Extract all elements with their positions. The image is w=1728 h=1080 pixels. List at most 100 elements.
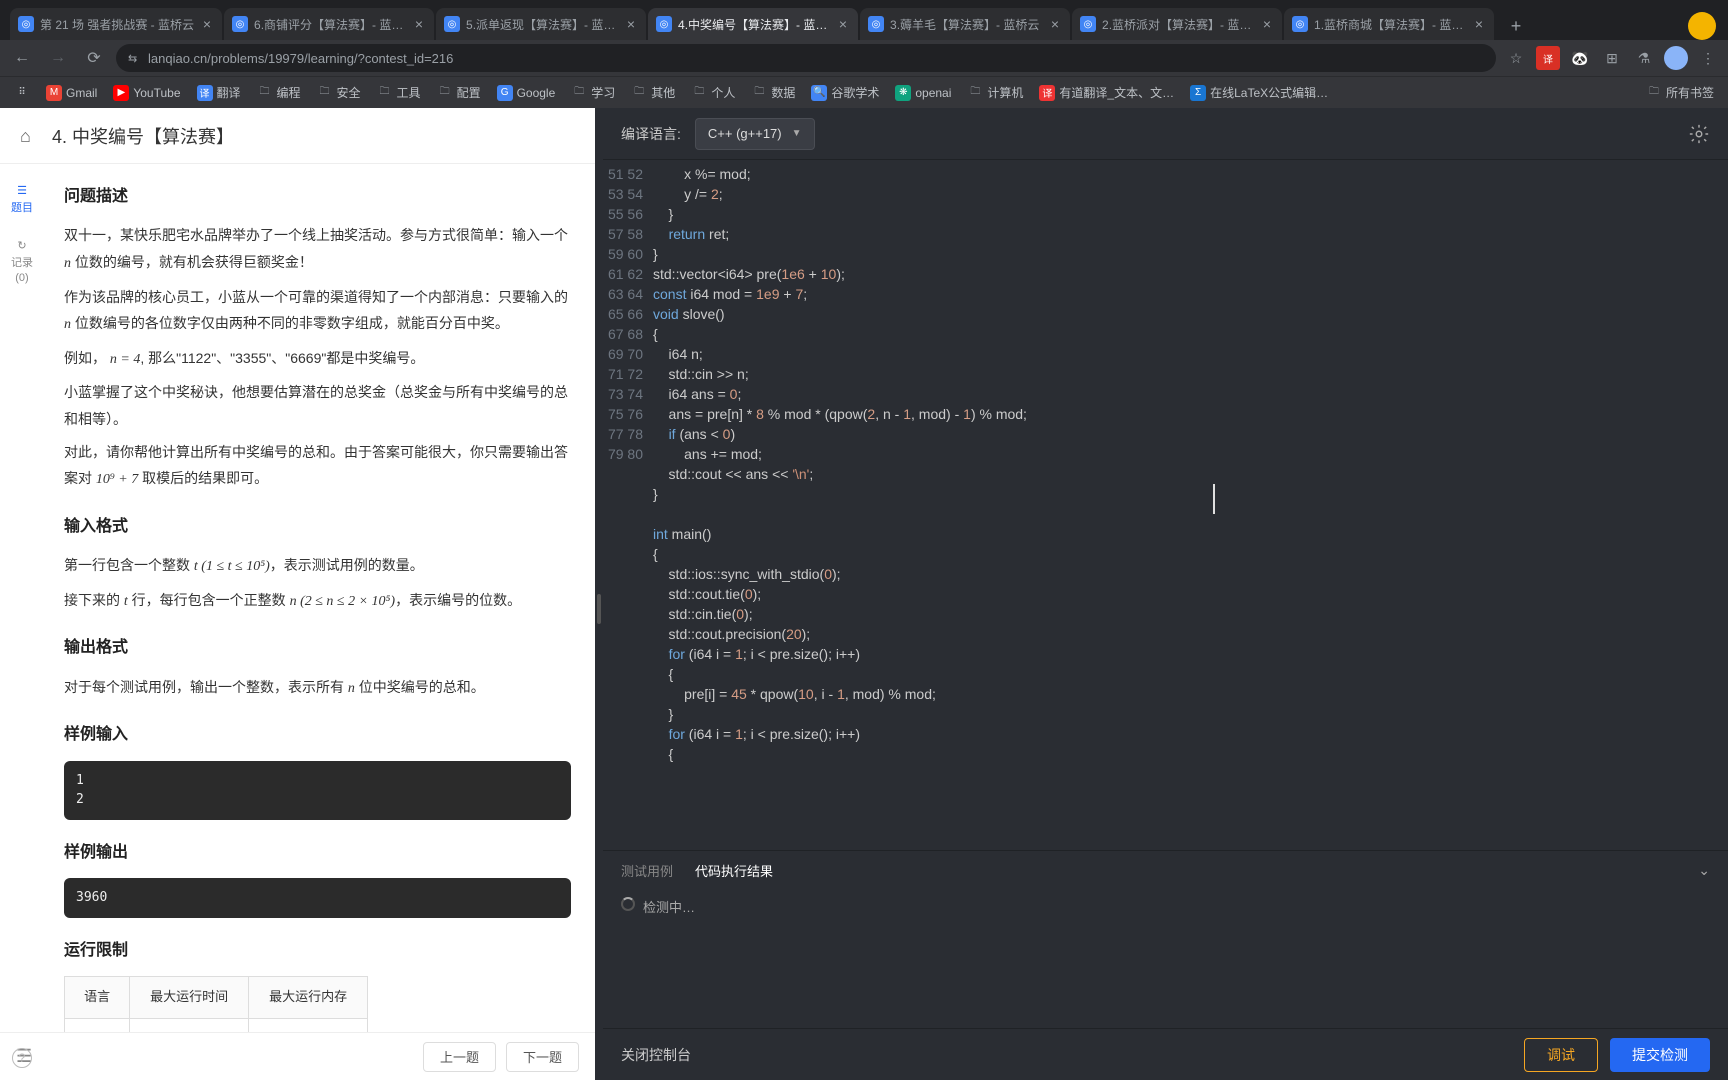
sidebar-item-record[interactable]: ↻ 记录 (0) — [11, 239, 33, 284]
bookmark-item[interactable]: ❋openai — [889, 83, 957, 103]
new-tab-button[interactable]: + — [1502, 12, 1530, 40]
extension-icon-2[interactable]: 🐼 — [1568, 46, 1592, 70]
bookmark-item[interactable]: ▶YouTube — [107, 83, 186, 103]
heading-limits: 运行限制 — [64, 936, 571, 966]
bookmark-item[interactable]: GGoogle — [491, 83, 562, 103]
browser-tab[interactable]: ◎3.薅羊毛【算法赛】- 蓝桥云× — [860, 8, 1070, 40]
folder-icon: 🗀 — [967, 85, 983, 101]
table-cell: 1s — [130, 1018, 249, 1032]
account-avatar[interactable] — [1664, 46, 1688, 70]
tab-close-icon[interactable]: × — [1048, 17, 1062, 31]
tab-favicon: ◎ — [868, 16, 884, 32]
tab-favicon: ◎ — [656, 16, 672, 32]
forward-button[interactable]: → — [44, 44, 72, 72]
prev-problem-button[interactable]: 上一题 — [423, 1042, 496, 1072]
bookmark-label: 配置 — [457, 84, 481, 101]
bookmark-item[interactable]: 🗀数据 — [745, 82, 801, 103]
submit-button[interactable]: 提交检测 — [1610, 1038, 1710, 1072]
bookmark-item[interactable]: 🗀个人 — [685, 82, 741, 103]
table-header: 最大运行时间 — [130, 976, 249, 1018]
bookmark-label: 学习 — [591, 84, 615, 101]
bookmark-item[interactable]: 🗀安全 — [311, 82, 367, 103]
tab-close-icon[interactable]: × — [836, 17, 850, 31]
lx-icon: Σ — [1190, 85, 1206, 101]
debug-button[interactable]: 调试 — [1524, 1038, 1598, 1072]
close-console-button[interactable]: 关闭控制台 — [621, 1045, 691, 1065]
bookmark-item[interactable]: 🗀其他 — [625, 82, 681, 103]
language-select[interactable]: C++ (g++17) ▼ — [695, 118, 815, 150]
tab-close-icon[interactable]: × — [1260, 17, 1274, 31]
code-header: 编译语言: C++ (g++17) ▼ — [603, 108, 1728, 160]
table-row: C++1s256M — [65, 1018, 368, 1032]
flask-icon[interactable]: ⚗ — [1632, 46, 1656, 70]
spinner-icon — [621, 897, 635, 911]
desc-p1: 双十一，某快乐肥宅水品牌举办了一个线上抽奖活动。参与方式很简单：输入一个 n 位… — [64, 222, 571, 277]
bookmark-item[interactable]: 译翻译 — [191, 82, 247, 103]
browser-tab[interactable]: ◎6.商铺评分【算法赛】- 蓝…× — [224, 8, 434, 40]
tab-result[interactable]: 代码执行结果 — [695, 861, 773, 880]
next-problem-button[interactable]: 下一题 — [506, 1042, 579, 1072]
console-footer: 关闭控制台 调试 提交检测 — [603, 1028, 1728, 1080]
folder-icon: 🗀 — [631, 85, 647, 101]
table-cell: 256M — [249, 1018, 368, 1032]
code-editor[interactable]: 51 52 53 54 55 56 57 58 59 60 61 62 63 6… — [603, 160, 1728, 850]
bookmark-item[interactable]: 译有道翻译_文本、文… — [1033, 82, 1180, 103]
tab-title: 1.蓝桥商城【算法赛】- 蓝… — [1314, 16, 1466, 33]
bookmark-item[interactable]: 🗀计算机 — [961, 82, 1029, 103]
bookmark-item[interactable]: 🗀配置 — [431, 82, 487, 103]
chevron-down-icon: ▼ — [792, 128, 802, 139]
tab-close-icon[interactable]: × — [412, 17, 426, 31]
kebab-menu-icon[interactable]: ⋮ — [1696, 46, 1720, 70]
bookmark-item[interactable]: 🗀编程 — [251, 82, 307, 103]
gear-icon[interactable] — [1688, 123, 1710, 145]
bookmark-label: 有道翻译_文本、文… — [1059, 84, 1174, 101]
bookmark-item[interactable]: 🗀学习 — [565, 82, 621, 103]
back-button[interactable]: ← — [8, 44, 36, 72]
tab-close-icon[interactable]: × — [624, 17, 638, 31]
table-cell: C++ — [65, 1018, 130, 1032]
url-input[interactable]: ⇆ lanqiao.cn/problems/19979/learning/?co… — [116, 44, 1496, 72]
bookmark-item[interactable]: 🔍谷歌学术 — [805, 82, 885, 103]
browser-tab[interactable]: ◎4.中奖编号【算法赛】- 蓝…× — [648, 8, 858, 40]
browser-tab[interactable]: ◎第 21 场 强者挑战赛 - 蓝桥云× — [10, 8, 222, 40]
extension-icon-1[interactable]: 译 — [1536, 46, 1560, 70]
problem-body[interactable]: 问题描述 双十一，某快乐肥宅水品牌举办了一个线上抽奖活动。参与方式很简单：输入一… — [0, 164, 595, 1032]
bookmark-item[interactable]: 🗀工具 — [371, 82, 427, 103]
list-icon: ☰ — [17, 184, 27, 197]
sample-input-box[interactable]: 1 2 — [64, 761, 571, 820]
language-label: 编译语言: — [621, 124, 681, 144]
help-icon[interactable]: ? — [12, 1048, 32, 1068]
yd-icon: 译 — [1039, 85, 1055, 101]
bookmark-item[interactable]: ⠿ — [8, 83, 36, 103]
bookmark-label: 在线LaTeX公式编辑… — [1210, 84, 1328, 101]
site-info-icon[interactable]: ⇆ — [128, 52, 140, 65]
console-status-text: 检测中… — [643, 897, 695, 916]
bookmark-item[interactable]: MGmail — [40, 83, 103, 103]
problem-title: 4. 中奖编号【算法赛】 — [52, 123, 234, 149]
gs-icon: 🔍 — [811, 85, 827, 101]
pane-divider[interactable] — [595, 108, 603, 1080]
browser-tab[interactable]: ◎5.派单返现【算法赛】- 蓝…× — [436, 8, 646, 40]
all-bookmarks-button[interactable]: 🗀 所有书签 — [1640, 82, 1720, 103]
browser-tab[interactable]: ◎1.蓝桥商城【算法赛】- 蓝…× — [1284, 8, 1494, 40]
extensions-menu-icon[interactable]: ⊞ — [1600, 46, 1624, 70]
editor-gutter: 51 52 53 54 55 56 57 58 59 60 61 62 63 6… — [603, 160, 653, 850]
chevron-down-icon[interactable]: ⌄ — [1698, 862, 1710, 879]
sidebar-item-problem[interactable]: ☰ 题目 — [11, 184, 33, 215]
profile-avatar-button[interactable] — [1688, 12, 1716, 40]
oa-icon: ❋ — [895, 85, 911, 101]
browser-tab[interactable]: ◎2.蓝桥派对【算法赛】- 蓝…× — [1072, 8, 1282, 40]
tab-close-icon[interactable]: × — [200, 17, 214, 31]
bookmark-item[interactable]: Σ在线LaTeX公式编辑… — [1184, 82, 1334, 103]
tab-close-icon[interactable]: × — [1472, 17, 1486, 31]
tab-testcase[interactable]: 测试用例 — [621, 861, 673, 880]
table-header: 最大运行内存 — [249, 976, 368, 1018]
star-icon[interactable]: ☆ — [1504, 46, 1528, 70]
home-icon[interactable]: ⌂ — [20, 126, 40, 146]
output-p1: 对于每个测试用例，输出一个整数，表示所有 n 位中奖编号的总和。 — [64, 674, 571, 703]
url-text: lanqiao.cn/problems/19979/learning/?cont… — [148, 51, 453, 66]
editor-code[interactable]: x %= mod; y /= 2; } return ret; } std::v… — [653, 160, 1728, 850]
folder-icon: 🗀 — [571, 85, 587, 101]
reload-button[interactable]: ⟳ — [80, 44, 108, 72]
sample-output-box[interactable]: 3960 — [64, 878, 571, 918]
